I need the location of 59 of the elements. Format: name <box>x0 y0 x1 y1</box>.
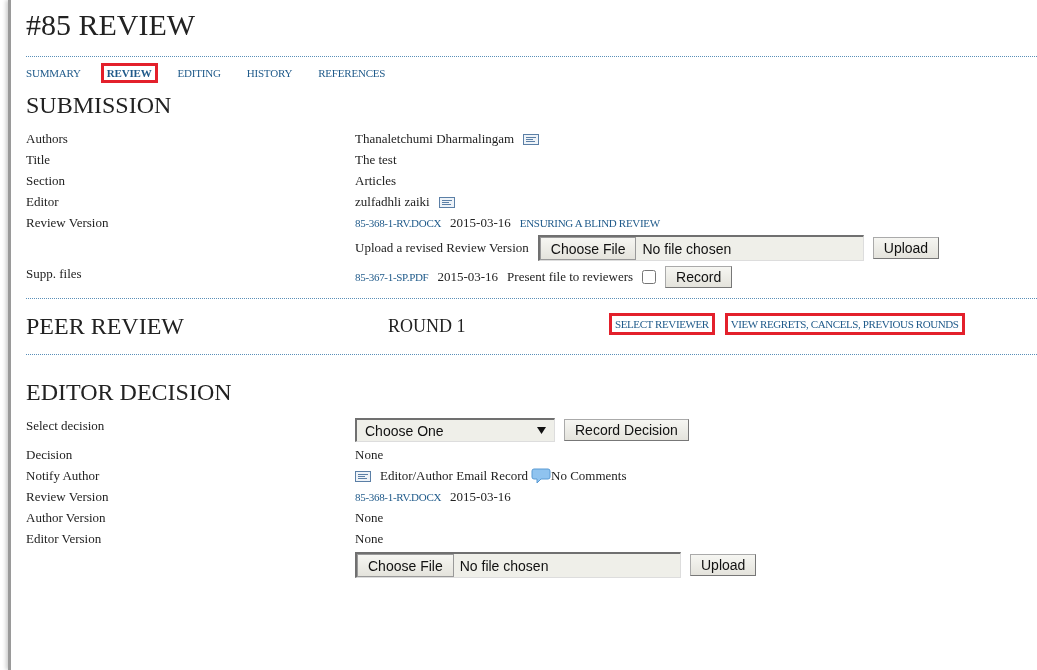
peer-review-link[interactable]: SELECT REVIEWER <box>612 316 712 332</box>
checkbox[interactable] <box>642 270 657 284</box>
nav-tab[interactable]: HISTORY <box>243 66 296 80</box>
action-button[interactable]: Record Decision <box>564 419 689 441</box>
value-text: Articles <box>355 173 397 189</box>
value-text: Present file to reviewers <box>507 269 634 285</box>
field-label: Editor Version <box>26 530 103 548</box>
nav-tab[interactable]: SUMMARY <box>23 66 84 80</box>
value-text: 2015-03-16 <box>450 215 511 231</box>
value-text: 2015-03-16 <box>450 489 511 505</box>
speech-bubble-icon[interactable] <box>531 468 552 484</box>
value-text: None <box>355 510 384 526</box>
nav-tab[interactable]: REFERENCES <box>315 66 389 80</box>
email-icon[interactable] <box>438 196 455 208</box>
choose-file-button[interactable]: Choose File <box>539 237 637 260</box>
nav-tab[interactable]: REVIEW <box>103 66 155 80</box>
file-link[interactable]: 85-368-1-RV.DOCX <box>355 491 442 503</box>
round-label: ROUND 1 <box>388 316 467 337</box>
file-link[interactable]: 85-368-1-RV.DOCX <box>355 217 442 229</box>
field-label: Review Version <box>26 488 110 506</box>
field-label: Review Version <box>26 214 110 232</box>
email-icon[interactable] <box>355 470 371 482</box>
value-text: Editor/Author Email Record <box>380 468 529 484</box>
comments-link[interactable]: No Comments <box>551 468 627 484</box>
caret-icon <box>537 427 546 434</box>
file-input[interactable]: Choose File No file chosen <box>537 235 864 261</box>
decision-select[interactable]: Choose One <box>355 418 555 442</box>
field-label: Editor <box>26 193 60 211</box>
action-button[interactable]: Upload <box>872 237 940 259</box>
value-text: None <box>355 531 384 547</box>
peer-review-link[interactable]: VIEW REGRETS, CANCELS, PREVIOUS ROUNDS <box>727 316 962 332</box>
nav-tab[interactable]: EDITING <box>174 66 224 80</box>
field-label: Title <box>26 151 52 169</box>
action-button[interactable]: Record <box>665 266 733 288</box>
page-title: #85 REVIEW <box>26 8 197 42</box>
field-label: Notify Author <box>26 467 101 485</box>
field-label: Select decision <box>26 417 106 435</box>
file-status-text: No file chosen <box>458 557 549 574</box>
value-text: The test <box>355 152 397 168</box>
value-text: zulfadhli zaiki <box>355 194 430 210</box>
email-icon[interactable] <box>523 133 540 145</box>
field-label: Supp. files <box>26 265 83 283</box>
value-text: 2015-03-16 <box>437 269 499 285</box>
field-label: Decision <box>26 446 74 464</box>
file-input[interactable]: Choose File No file chosen <box>355 552 681 578</box>
file-link[interactable]: 85-367-1-SP.PDF <box>355 271 429 283</box>
section-heading: SUBMISSION <box>26 92 173 119</box>
section-heading: PEER REVIEW <box>26 313 185 340</box>
value-text: Thanaletchumi Dharmalingam <box>355 131 515 147</box>
file-link[interactable]: ENSURING A BLIND REVIEW <box>519 217 660 229</box>
field-label: Authors <box>26 130 69 148</box>
field-label: Author Version <box>26 509 107 527</box>
file-status-text: No file chosen <box>641 240 732 257</box>
field-label: Section <box>26 172 66 190</box>
value-text: Upload a revised Review Version <box>355 240 529 256</box>
choose-file-button[interactable]: Choose File <box>357 554 454 577</box>
section-heading: EDITOR DECISION <box>26 379 233 406</box>
action-button[interactable]: Upload <box>690 554 757 576</box>
value-text: None <box>355 447 384 463</box>
